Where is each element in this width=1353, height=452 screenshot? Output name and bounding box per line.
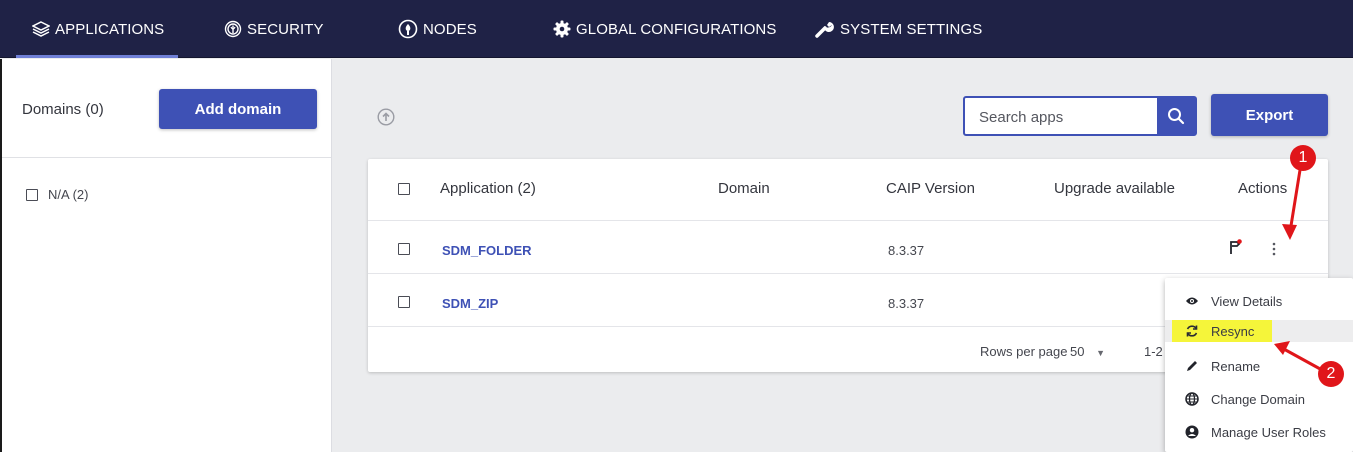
layers-icon (32, 21, 50, 37)
pagination-range: 1-2 (1144, 344, 1163, 359)
eye-icon (1186, 297, 1198, 305)
menu-item-label: Change Domain (1211, 391, 1305, 407)
menu-item-label: Manage User Roles (1211, 424, 1326, 440)
nav-tab-label: APPLICATIONS (55, 20, 165, 38)
nav-tab-global-configurations[interactable]: GLOBAL CONFIGURATIONS (553, 0, 776, 58)
nav-tab-label: GLOBAL CONFIGURATIONS (576, 20, 777, 38)
domain-filter-item[interactable]: N/A (2) (26, 187, 88, 202)
divider (2, 157, 331, 158)
version-cell: 8.3.37 (888, 296, 925, 311)
row-checkbox[interactable] (398, 243, 410, 255)
application-name-link[interactable]: SDM_ZIP (442, 296, 498, 311)
nav-tab-label: SYSTEM SETTINGS (840, 20, 983, 38)
domains-title: Domains (0) (22, 101, 104, 118)
annotation-badge-2: 2 (1318, 361, 1344, 387)
fingerprint-icon (224, 20, 242, 38)
sync-icon (1186, 325, 1198, 337)
menu-item-manage-user-roles[interactable]: Manage User Roles (1165, 421, 1353, 443)
nav-tab-nodes[interactable]: NODES (398, 0, 477, 58)
search-button[interactable] (1157, 98, 1195, 134)
version-cell: 8.3.37 (888, 243, 925, 258)
dropdown-arrow-icon: ▼ (1096, 348, 1106, 358)
wrench-icon (815, 22, 834, 38)
pencil-icon (1187, 361, 1197, 371)
search-input[interactable]: Search apps (979, 109, 1063, 126)
menu-item-change-domain[interactable]: Change Domain (1165, 388, 1353, 410)
menu-item-view-details[interactable]: View Details (1165, 290, 1353, 312)
search-box: Search apps (963, 96, 1197, 136)
application-name-link[interactable]: SDM_FOLDER (442, 243, 532, 258)
row-divider (368, 273, 1328, 274)
annotation-badge-1: 1 (1290, 145, 1316, 171)
nav-tab-security[interactable]: SECURITY (224, 0, 324, 58)
rows-per-page-select[interactable]: 50 ▼ (1070, 344, 1105, 359)
upload-icon[interactable] (377, 108, 395, 126)
menu-item-resync[interactable]: Resync (1165, 320, 1353, 342)
search-icon (1168, 108, 1185, 125)
globe-icon (1185, 392, 1199, 406)
more-vert-icon[interactable] (1271, 241, 1277, 257)
nav-tab-label: NODES (423, 20, 477, 38)
menu-item-label: Resync (1211, 323, 1255, 339)
nav-tab-applications[interactable]: APPLICATIONS (15, 0, 179, 58)
row-divider (368, 220, 1328, 221)
nav-tab-label: SECURITY (247, 20, 324, 38)
domain-filter-label: N/A (2) (48, 187, 89, 202)
export-button[interactable]: Export (1211, 94, 1328, 136)
column-header-actions: Actions (1238, 180, 1288, 197)
column-header-upgrade[interactable]: Upgrade available (1054, 180, 1175, 197)
top-navigation-bar: APPLICATIONS SECURITY NODES GLOBAL CONFI… (0, 0, 1353, 58)
nav-tab-system-settings[interactable]: SYSTEM SETTINGS (815, 0, 982, 58)
node-icon (398, 19, 418, 39)
rows-per-page-label: Rows per page (980, 344, 1068, 359)
select-all-checkbox[interactable] (398, 183, 410, 195)
domains-panel: Domains (0) Add domain N/A (2) (0, 59, 332, 452)
row-checkbox[interactable] (398, 296, 410, 308)
user-circle-icon (1185, 425, 1199, 439)
menu-item-label: View Details (1211, 293, 1283, 309)
column-header-application[interactable]: Application (2) (440, 180, 536, 197)
flag-icon[interactable] (1228, 239, 1244, 255)
menu-item-label: Rename (1211, 358, 1261, 374)
column-header-domain[interactable]: Domain (718, 180, 770, 197)
domain-checkbox[interactable] (26, 188, 38, 201)
add-domain-button[interactable]: Add domain (159, 89, 317, 129)
rows-per-page-value: 50 (1070, 344, 1085, 359)
column-header-caip-version[interactable]: CAIP Version (886, 180, 975, 197)
gear-icon (553, 20, 571, 38)
